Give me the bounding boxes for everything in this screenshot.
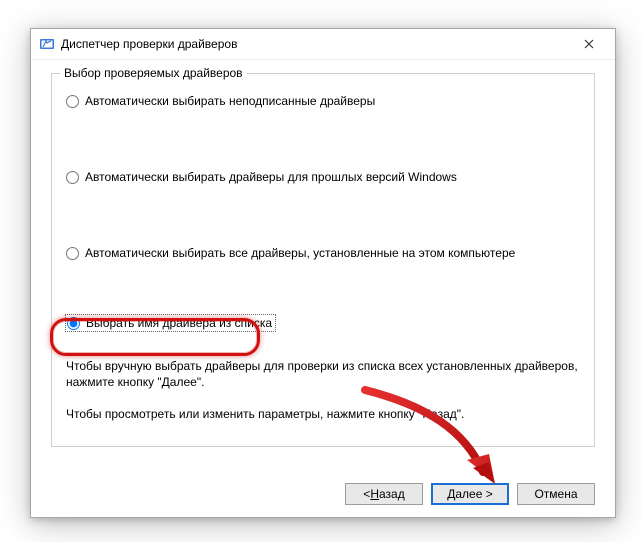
- window-title: Диспетчер проверки драйверов: [61, 37, 567, 51]
- cancel-button[interactable]: Отмена: [517, 483, 595, 505]
- radio-all-installed-row[interactable]: Автоматически выбирать все драйверы, уст…: [66, 246, 580, 260]
- help-line-1: Чтобы вручную выбрать драйверы для прове…: [66, 358, 580, 390]
- next-button[interactable]: Далее >: [431, 483, 509, 505]
- radio-from-list-row[interactable]: Выбрать имя драйвера из списка: [66, 314, 580, 332]
- radio-unsigned-row[interactable]: Автоматически выбирать неподписанные дра…: [66, 94, 580, 108]
- client-area: Выбор проверяемых драйверов Автоматическ…: [31, 59, 615, 517]
- group-legend: Выбор проверяемых драйверов: [60, 66, 247, 80]
- radio-unsigned[interactable]: [66, 95, 79, 108]
- radio-from-list[interactable]: [67, 317, 80, 330]
- next-button-rest: алее >: [455, 487, 492, 501]
- next-button-u: Д: [447, 487, 455, 501]
- driver-selection-group: Выбор проверяемых драйверов Автоматическ…: [51, 73, 595, 447]
- radio-from-list-label: Выбрать имя драйвера из списка: [86, 316, 272, 330]
- back-button-u: Н: [370, 487, 379, 501]
- cancel-button-label: Отмена: [534, 487, 577, 501]
- button-row: < Назад Далее > Отмена: [345, 483, 595, 505]
- help-line-2: Чтобы просмотреть или изменить параметры…: [66, 406, 580, 422]
- radio-old-windows[interactable]: [66, 171, 79, 184]
- radio-old-windows-label: Автоматически выбирать драйверы для прош…: [85, 170, 457, 184]
- back-button-rest: азад: [379, 487, 405, 501]
- close-button[interactable]: [567, 30, 611, 58]
- titlebar: Диспетчер проверки драйверов: [31, 29, 615, 60]
- radio-all-installed[interactable]: [66, 247, 79, 260]
- help-text: Чтобы вручную выбрать драйверы для прове…: [66, 358, 580, 423]
- back-button-prefix: <: [363, 487, 370, 501]
- back-button[interactable]: < Назад: [345, 483, 423, 505]
- dialog-window: Диспетчер проверки драйверов Выбор прове…: [30, 28, 616, 518]
- radio-unsigned-label: Автоматически выбирать неподписанные дра…: [85, 94, 375, 108]
- app-icon: [39, 36, 55, 52]
- radio-old-windows-row[interactable]: Автоматически выбирать драйверы для прош…: [66, 170, 580, 184]
- radio-all-installed-label: Автоматически выбирать все драйверы, уст…: [85, 246, 515, 260]
